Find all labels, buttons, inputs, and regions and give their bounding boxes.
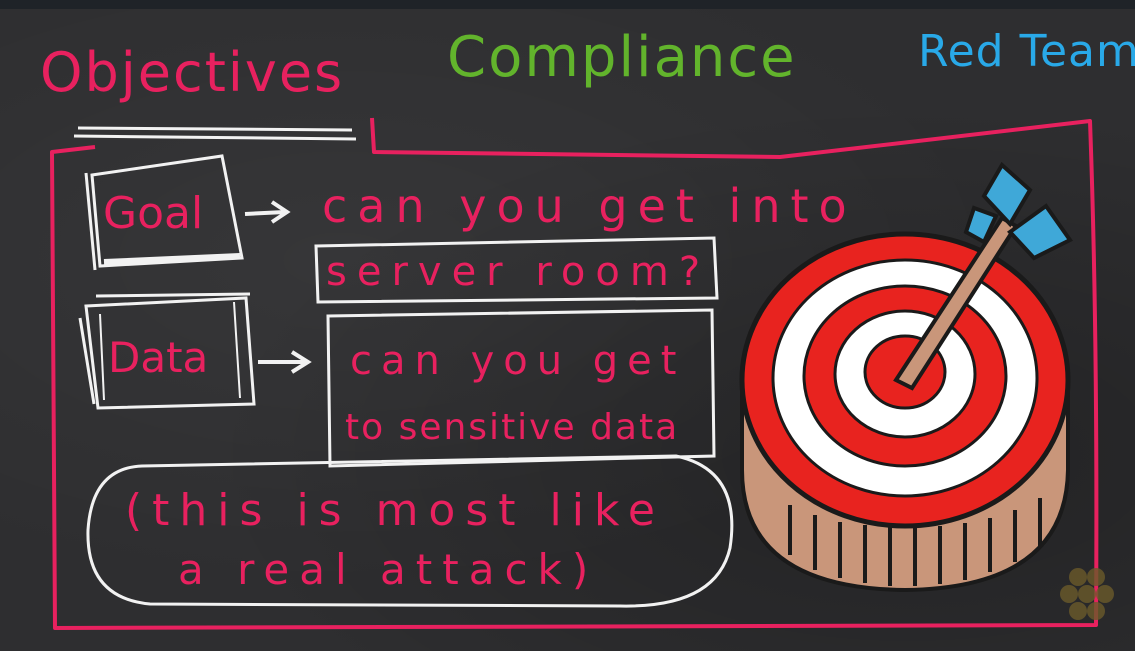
data-arrow	[258, 350, 312, 374]
goal-arrow	[244, 200, 291, 224]
objectives-heading: Objectives	[40, 41, 345, 104]
note-line1: (this is most like	[125, 485, 665, 536]
data-label: Data	[108, 333, 209, 382]
note-line2: a real attack)	[178, 545, 599, 594]
goal-text-line2: server room?	[326, 249, 711, 295]
goal-label: Goal	[103, 188, 204, 239]
objectives-underline	[73, 126, 357, 141]
data-text-line2: to sensitive data	[345, 407, 680, 448]
udemy-watermark-icon	[1060, 568, 1114, 620]
red-team-heading: Red Team	[918, 26, 1135, 77]
compliance-heading: Compliance	[447, 25, 797, 90]
data-text-line1: can you get	[350, 338, 686, 384]
goal-text-line1: can you get into	[322, 179, 857, 233]
